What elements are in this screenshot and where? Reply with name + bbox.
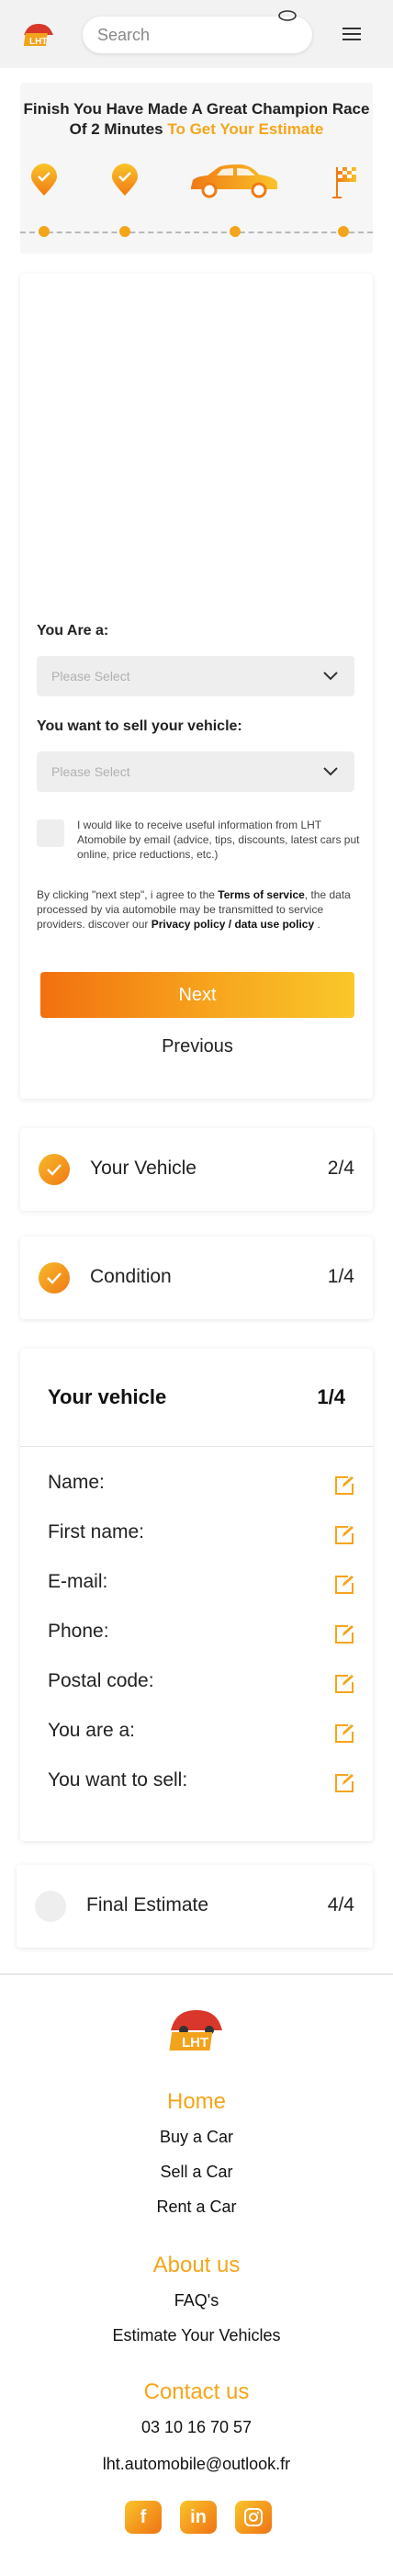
chevron-down-icon <box>321 666 340 684</box>
progress-title-highlight: To Get Your Estimate <box>167 120 324 138</box>
empty-circle-icon <box>35 1891 66 1922</box>
vehicle-field-row: E-mail: <box>48 1571 354 1599</box>
footer-sell-link[interactable]: Sell a Car <box>0 2163 393 2182</box>
footer-buy-link[interactable]: Buy a Car <box>0 2128 393 2147</box>
field-label: Name: <box>48 1472 105 1493</box>
hamburger-menu-icon[interactable] <box>338 20 365 48</box>
car-icon <box>187 162 281 205</box>
vehicle-field-row: Phone: <box>48 1621 354 1648</box>
vehicle-field-row: First name: <box>48 1521 354 1549</box>
progress-title: Finish You Have Made A Great Champion Ra… <box>20 99 373 140</box>
you-are-select-value: Please Select <box>51 669 130 684</box>
footer-rent-link[interactable]: Rent a Car <box>0 2198 393 2217</box>
you-are-label: You Are a: <box>37 623 109 638</box>
linkedin-icon[interactable]: in <box>180 2501 217 2534</box>
linkedin-glyph: in <box>190 2506 207 2527</box>
field-label: First name: <box>48 1521 145 1542</box>
check-circle-icon <box>39 1154 70 1185</box>
step-count: 2/4 <box>327 1158 354 1179</box>
previous-button[interactable]: Previous <box>40 1036 354 1064</box>
footer-about-link[interactable]: About us <box>0 2253 393 2278</box>
chevron-down-icon <box>321 762 340 780</box>
terms-of-service-link[interactable]: Terms of service <box>218 888 305 901</box>
field-label: You want to sell: <box>48 1769 188 1791</box>
edit-icon[interactable] <box>334 1575 354 1595</box>
step-name: Final Estimate <box>86 1894 209 1915</box>
footer-home-link[interactable]: Home <box>0 2089 393 2115</box>
newsletter-text: I would like to receive useful informati… <box>77 819 360 861</box>
footer-email[interactable]: lht.automobile@outlook.fr <box>0 2455 393 2474</box>
your-vehicle-card: Your vehicle 1/4 Name: First name: E-mai… <box>20 1349 373 1841</box>
location-check-icon <box>110 164 140 201</box>
facebook-glyph: f <box>140 2506 147 2527</box>
edit-icon[interactable] <box>334 1475 354 1496</box>
sell-vehicle-select-value: Please Select <box>51 764 130 779</box>
field-label: You are a: <box>48 1720 135 1741</box>
lht-logo-icon[interactable]: LHT <box>165 2001 228 2056</box>
location-check-icon <box>29 164 59 201</box>
finish-flag-icon <box>331 164 360 205</box>
sell-vehicle-select[interactable]: Please Select <box>37 751 354 792</box>
instagram-icon[interactable] <box>235 2501 272 2534</box>
you-are-select[interactable]: Please Select <box>37 656 354 696</box>
check-circle-icon <box>39 1262 70 1294</box>
field-label: E-mail: <box>48 1571 108 1592</box>
vehicle-field-row: You want to sell: <box>48 1769 354 1797</box>
footer-contact-heading[interactable]: Contact us <box>0 2379 393 2405</box>
facebook-icon[interactable]: f <box>125 2501 162 2534</box>
legal-suffix: . <box>317 918 320 931</box>
progress-dot <box>39 226 50 237</box>
field-label: Postal code: <box>48 1670 154 1691</box>
svg-text:LHT: LHT <box>29 37 47 47</box>
search-bar[interactable] <box>83 10 312 53</box>
vehicle-field-row: Name: <box>48 1472 354 1499</box>
step-card-your-vehicle[interactable]: Your Vehicle 2/4 <box>20 1128 373 1211</box>
edit-icon[interactable] <box>334 1674 354 1694</box>
site-footer: LHT Home Buy a Car Sell a Car Rent a Car… <box>0 1973 393 2576</box>
your-vehicle-title: Your vehicle <box>48 1385 167 1408</box>
your-vehicle-count: 1/4 <box>317 1385 345 1408</box>
progress-dot <box>119 226 130 237</box>
step-card-condition[interactable]: Condition 1/4 <box>20 1237 373 1319</box>
search-input[interactable] <box>97 25 272 45</box>
progress-track <box>20 232 373 233</box>
svg-text:LHT: LHT <box>182 2035 208 2051</box>
edit-icon[interactable] <box>334 1624 354 1644</box>
progress-dot <box>230 226 241 237</box>
edit-icon[interactable] <box>334 1773 354 1793</box>
next-button[interactable]: Next <box>40 972 354 1018</box>
progress-card: Finish You Have Made A Great Champion Ra… <box>20 83 373 254</box>
edit-icon[interactable] <box>334 1525 354 1545</box>
privacy-policy-link[interactable]: Privacy policy / data use policy <box>152 918 314 931</box>
search-icon[interactable] <box>277 9 298 22</box>
newsletter-checkbox[interactable] <box>37 819 64 847</box>
step-name: Condition <box>90 1266 172 1287</box>
field-label: Phone: <box>48 1621 109 1642</box>
step-count: 1/4 <box>327 1266 354 1287</box>
site-header: LHT <box>0 0 393 68</box>
lht-logo-icon[interactable]: LHT <box>20 18 57 48</box>
vehicle-field-row: You are a: <box>48 1720 354 1747</box>
progress-dot <box>338 226 349 237</box>
footer-faq-link[interactable]: FAQ's <box>0 2291 393 2310</box>
sell-vehicle-label: You want to sell your vehicle: <box>37 718 242 734</box>
legal-text: By clicking "next step", i agree to the … <box>37 887 358 932</box>
footer-estimate-link[interactable]: Estimate Your Vehicles <box>0 2326 393 2345</box>
step-card-final-estimate[interactable]: Final Estimate 4/4 <box>17 1865 373 1948</box>
edit-icon[interactable] <box>334 1723 354 1744</box>
form-card: You Are a: Please Select You want to sel… <box>20 274 373 1099</box>
legal-prefix: By clicking "next step", i agree to the <box>37 888 215 901</box>
footer-phone[interactable]: 03 10 16 70 57 <box>0 2418 393 2437</box>
step-count: 4/4 <box>327 1894 354 1915</box>
divider <box>20 1446 373 1447</box>
step-name: Your Vehicle <box>90 1158 196 1179</box>
vehicle-field-row: Postal code: <box>48 1670 354 1698</box>
